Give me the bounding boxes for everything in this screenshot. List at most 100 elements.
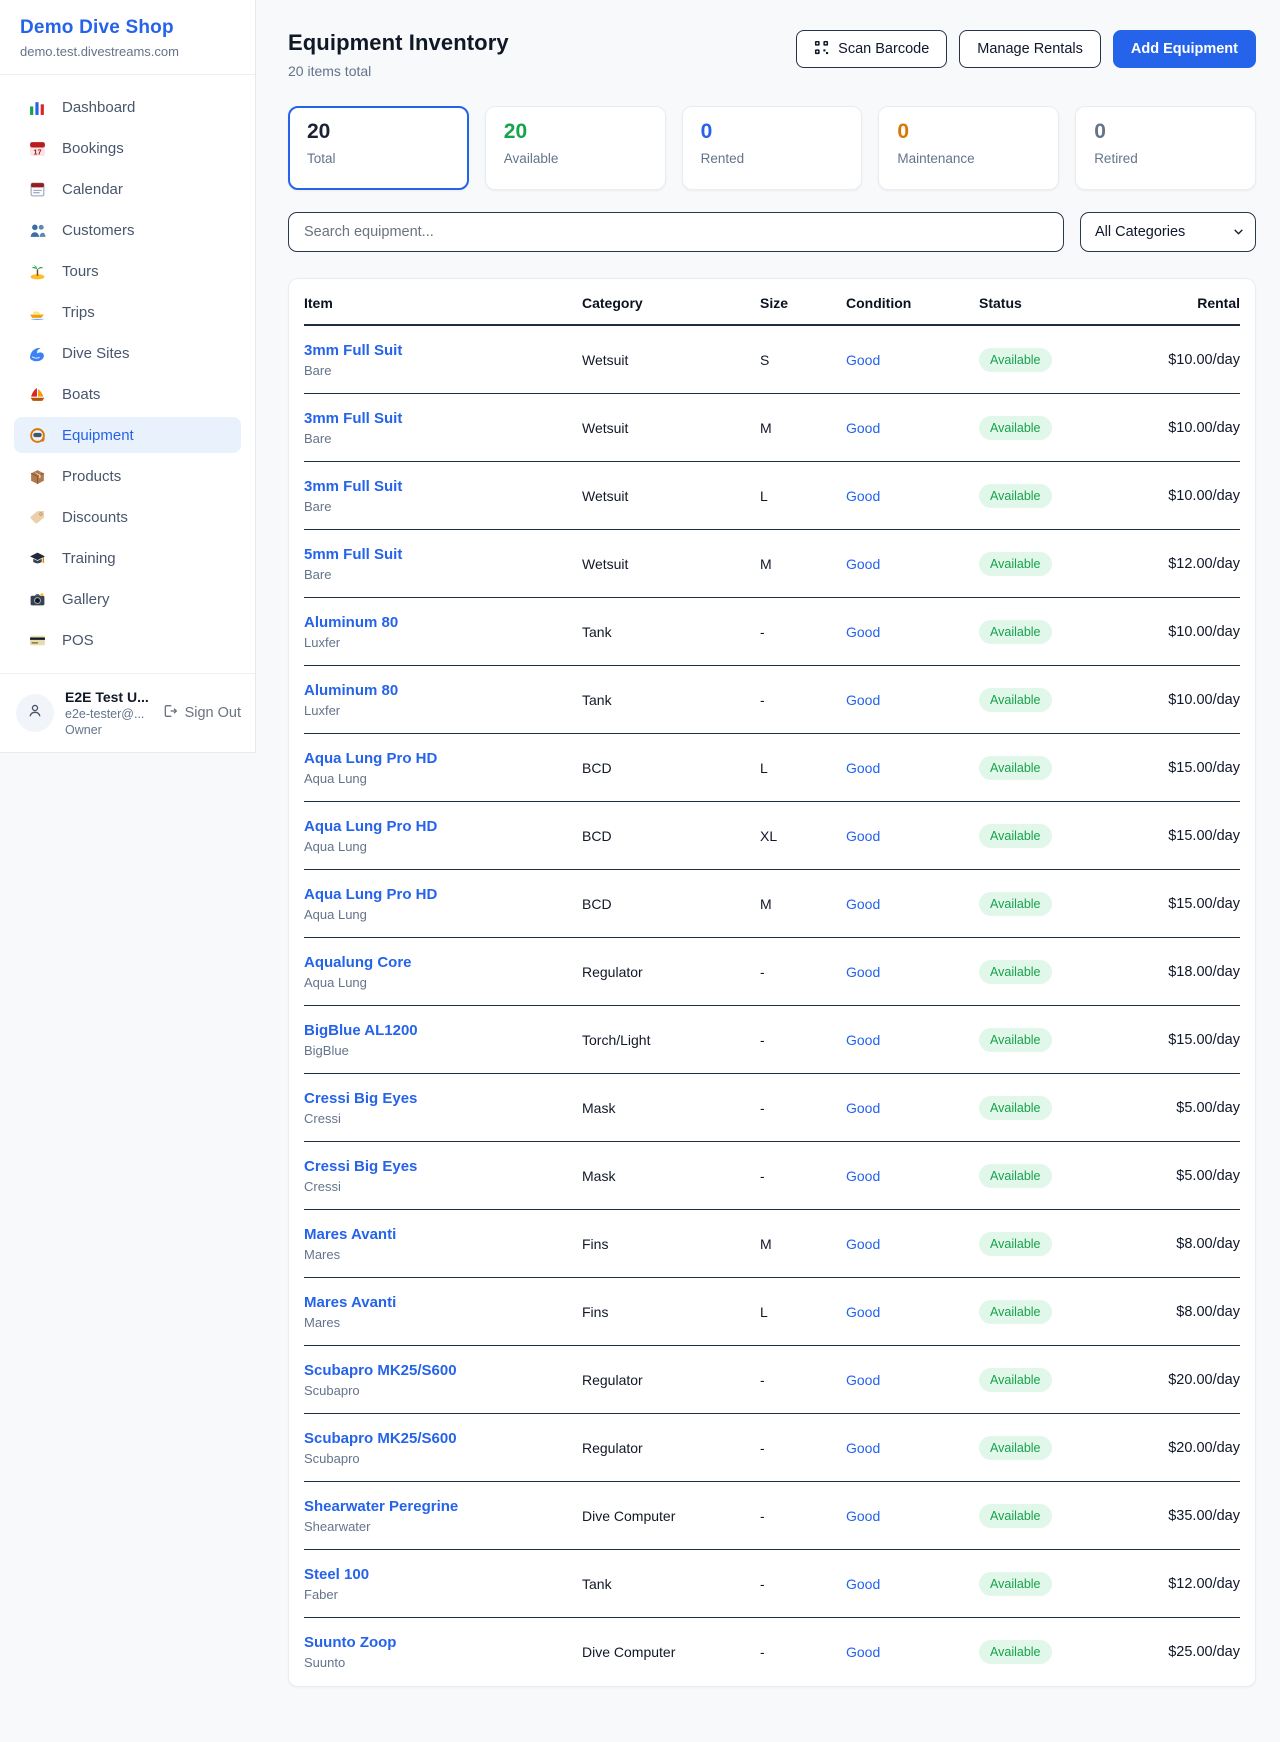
sidebar-item-training[interactable]: Training — [14, 540, 241, 576]
condition-link[interactable]: Good — [846, 828, 979, 844]
item-name-link[interactable]: Aqua Lung Pro HD — [304, 886, 582, 903]
item-name-link[interactable]: Cressi Big Eyes — [304, 1158, 582, 1175]
item-name-link[interactable]: Steel 100 — [304, 1566, 582, 1583]
item-brand: Aqua Lung — [304, 839, 582, 854]
condition-link[interactable]: Good — [846, 420, 979, 436]
status-badge: Available — [979, 1436, 1052, 1460]
sidebar-item-gallery[interactable]: Gallery — [14, 581, 241, 617]
user-name: E2E Test U... — [65, 689, 149, 705]
item-name-link[interactable]: Scubapro MK25/S600 — [304, 1362, 582, 1379]
category-cell: BCD — [582, 896, 760, 912]
sidebar-item-calendar[interactable]: Calendar — [14, 171, 241, 207]
item-cell: Mares Avanti Mares — [304, 1294, 582, 1330]
item-name-link[interactable]: Shearwater Peregrine — [304, 1498, 582, 1515]
category-cell: Fins — [582, 1236, 760, 1252]
size-cell: XL — [760, 828, 846, 844]
status-badge: Available — [979, 348, 1052, 372]
condition-link[interactable]: Good — [846, 692, 979, 708]
item-name-link[interactable]: Aqua Lung Pro HD — [304, 818, 582, 835]
item-name-link[interactable]: Aluminum 80 — [304, 682, 582, 699]
user-meta: E2E Test U... e2e-tester@... Owner — [65, 689, 149, 737]
item-brand: Bare — [304, 363, 582, 378]
condition-link[interactable]: Good — [846, 352, 979, 368]
item-name-link[interactable]: Mares Avanti — [304, 1226, 582, 1243]
scan-barcode-button[interactable]: Scan Barcode — [796, 30, 947, 68]
barcode-scan-icon — [814, 40, 829, 59]
stat-card-available[interactable]: 20 Available — [485, 106, 666, 190]
sidebar-item-customers[interactable]: Customers — [14, 212, 241, 248]
condition-link[interactable]: Good — [846, 896, 979, 912]
item-brand: Bare — [304, 499, 582, 514]
condition-link[interactable]: Good — [846, 964, 979, 980]
manage-rentals-button[interactable]: Manage Rentals — [959, 30, 1101, 68]
item-name-link[interactable]: Cressi Big Eyes — [304, 1090, 582, 1107]
item-brand: Mares — [304, 1247, 582, 1262]
size-cell: - — [760, 1644, 846, 1660]
rental-cell: $15.00/day — [1129, 828, 1240, 844]
condition-link[interactable]: Good — [846, 1644, 979, 1660]
condition-link[interactable]: Good — [846, 1304, 979, 1320]
condition-link[interactable]: Good — [846, 1372, 979, 1388]
item-name-link[interactable]: Aluminum 80 — [304, 614, 582, 631]
stat-card-rented[interactable]: 0 Rented — [682, 106, 863, 190]
rental-cell: $12.00/day — [1129, 556, 1240, 572]
item-brand: Aqua Lung — [304, 907, 582, 922]
condition-link[interactable]: Good — [846, 760, 979, 776]
sidebar-item-equipment[interactable]: Equipment — [14, 417, 241, 453]
item-name-link[interactable]: Aqualung Core — [304, 954, 582, 971]
sidebar-item-dive-sites[interactable]: Dive Sites — [14, 335, 241, 371]
sidebar-item-dashboard[interactable]: Dashboard — [14, 89, 241, 125]
sidebar-item-products[interactable]: Products — [14, 458, 241, 494]
size-cell: - — [760, 964, 846, 980]
item-name-link[interactable]: Mares Avanti — [304, 1294, 582, 1311]
item-name-link[interactable]: 3mm Full Suit — [304, 478, 582, 495]
sidebar-item-pos[interactable]: POS — [14, 622, 241, 658]
status-cell: Available — [979, 1300, 1129, 1324]
item-name-link[interactable]: BigBlue AL1200 — [304, 1022, 582, 1039]
rental-cell: $20.00/day — [1129, 1440, 1240, 1456]
column-header-item: Item — [304, 295, 582, 311]
sidebar-item-label: POS — [62, 632, 94, 649]
item-cell: Shearwater Peregrine Shearwater — [304, 1498, 582, 1534]
sidebar-item-discounts[interactable]: Discounts — [14, 499, 241, 535]
sidebar-item-boats[interactable]: Boats — [14, 376, 241, 412]
condition-link[interactable]: Good — [846, 1508, 979, 1524]
item-name-link[interactable]: 5mm Full Suit — [304, 546, 582, 563]
item-name-link[interactable]: Scubapro MK25/S600 — [304, 1430, 582, 1447]
condition-link[interactable]: Good — [846, 1576, 979, 1592]
item-cell: Steel 100 Faber — [304, 1566, 582, 1602]
condition-link[interactable]: Good — [846, 1168, 979, 1184]
item-name-link[interactable]: Aqua Lung Pro HD — [304, 750, 582, 767]
item-name-link[interactable]: 3mm Full Suit — [304, 410, 582, 427]
sidebar-item-tours[interactable]: Tours — [14, 253, 241, 289]
search-input[interactable] — [288, 212, 1064, 252]
item-brand: Suunto — [304, 1655, 582, 1670]
condition-link[interactable]: Good — [846, 1100, 979, 1116]
stat-value: 0 — [1094, 120, 1237, 144]
category-cell: Mask — [582, 1168, 760, 1184]
category-select[interactable]: All Categories — [1080, 212, 1256, 252]
condition-link[interactable]: Good — [846, 624, 979, 640]
bar-chart-icon — [27, 98, 47, 116]
sidebar-item-label: Boats — [62, 386, 100, 403]
condition-link[interactable]: Good — [846, 1236, 979, 1252]
add-equipment-button[interactable]: Add Equipment — [1113, 30, 1256, 68]
sidebar-nav: Dashboard 17 Bookings Calendar Customers… — [0, 75, 255, 673]
sign-out-button[interactable]: Sign Out — [162, 703, 241, 723]
status-cell: Available — [979, 1640, 1129, 1664]
condition-link[interactable]: Good — [846, 1032, 979, 1048]
sidebar-item-trips[interactable]: Trips — [14, 294, 241, 330]
stat-card-total[interactable]: 20 Total — [288, 106, 469, 190]
stat-card-maintenance[interactable]: 0 Maintenance — [878, 106, 1059, 190]
condition-link[interactable]: Good — [846, 488, 979, 504]
condition-link[interactable]: Good — [846, 556, 979, 572]
item-name-link[interactable]: 3mm Full Suit — [304, 342, 582, 359]
rental-cell: $8.00/day — [1129, 1304, 1240, 1320]
stat-card-retired[interactable]: 0 Retired — [1075, 106, 1256, 190]
status-cell: Available — [979, 348, 1129, 372]
size-cell: M — [760, 420, 846, 436]
condition-link[interactable]: Good — [846, 1440, 979, 1456]
sidebar-item-bookings[interactable]: 17 Bookings — [14, 130, 241, 166]
item-cell: 3mm Full Suit Bare — [304, 410, 582, 446]
item-name-link[interactable]: Suunto Zoop — [304, 1634, 582, 1651]
